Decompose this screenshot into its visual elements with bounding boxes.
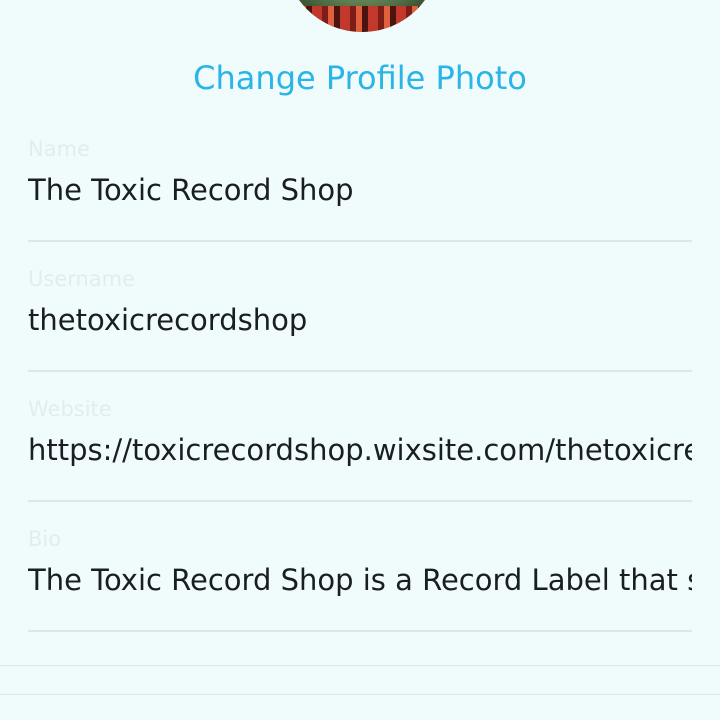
name-label: Name (28, 137, 90, 161)
bio-label: Bio (28, 527, 62, 551)
bio-field[interactable]: Bio The Toxic Record Shop is a Record La… (28, 526, 692, 632)
change-profile-photo-link[interactable]: Change Profile Photo (0, 56, 720, 100)
website-input[interactable]: https://toxicrecordshop.wixsite.com/thet… (28, 430, 692, 470)
profile-avatar[interactable] (284, 0, 440, 32)
name-field[interactable]: Name The Toxic Record Shop (28, 136, 692, 242)
edit-profile-screen: Change Profile Photo Name The Toxic Reco… (0, 0, 720, 720)
section-divider-lower (0, 694, 720, 695)
website-label: Website (28, 397, 112, 421)
name-input[interactable]: The Toxic Record Shop (28, 170, 692, 210)
username-label: Username (28, 267, 136, 291)
username-input[interactable]: thetoxicrecordshop (28, 300, 692, 340)
bio-input[interactable]: The Toxic Record Shop is a Record Label … (28, 560, 692, 600)
username-field[interactable]: Username thetoxicrecordshop (28, 266, 692, 372)
website-field[interactable]: Website https://toxicrecordshop.wixsite.… (28, 396, 692, 502)
section-divider (0, 665, 720, 666)
